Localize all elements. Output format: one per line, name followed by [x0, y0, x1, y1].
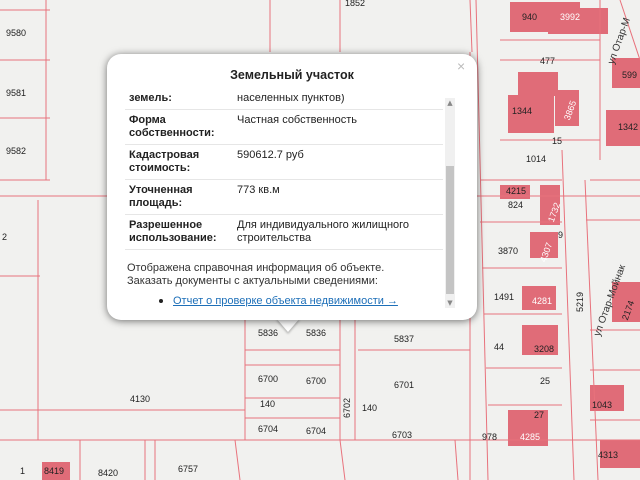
info-row-cadastral-value: Кадастровая стоимость: 590612.7 руб — [125, 145, 443, 180]
popup-scrollbar[interactable]: ▲ ▼ — [445, 98, 455, 308]
parcel-label-978: 978 — [482, 432, 498, 442]
parcel-label-1344: 1344 — [512, 106, 533, 116]
parcel-label-140-right: 140 — [362, 403, 378, 413]
info-row-area: Уточненная площадь: 773 кв.м — [125, 180, 443, 215]
parcel-label-4281: 4281 — [532, 296, 553, 306]
popup-content[interactable]: земель: населенных пунктов) Форма собств… — [125, 94, 443, 309]
parcel-label-6704-left: 6704 — [258, 424, 279, 434]
parcel-label-9580: 9580 — [6, 28, 27, 38]
parcel-label-6700-left: 6700 — [258, 374, 279, 384]
info-value: населенных пунктов) — [237, 94, 345, 104]
parcel-label-6702: 6702 — [342, 397, 352, 418]
parcel-label-4285: 4285 — [520, 432, 541, 442]
info-row-ownership: Форма собственности: Частная собственнос… — [125, 110, 443, 145]
building-477 — [518, 72, 558, 96]
parcel-label-4130: 4130 — [130, 394, 151, 404]
parcel-label-1: 1 — [20, 466, 26, 476]
parcel-label-3870: 3870 — [498, 246, 519, 256]
parcel-label-1852: 1852 — [345, 0, 366, 8]
parcel-label-3208: 3208 — [534, 344, 555, 354]
parcel-label-5837: 5837 — [394, 334, 415, 344]
info-key: земель: — [129, 94, 172, 104]
parcel-label-8420: 8420 — [98, 468, 119, 478]
note-line: Заказать документы с актуальными сведени… — [127, 275, 378, 287]
parcel-label-44: 44 — [494, 342, 505, 352]
parcel-label-9582: 9582 — [6, 146, 27, 156]
scroll-thumb[interactable] — [446, 166, 454, 294]
scroll-up-icon[interactable]: ▲ — [445, 98, 455, 108]
parcel-label-27: 27 — [534, 410, 545, 420]
scroll-down-icon[interactable]: ▼ — [445, 298, 455, 308]
parcel-label-25: 25 — [540, 376, 551, 386]
report-list-item: Отчет о проверке объекта недвижимости → — [125, 288, 443, 307]
parcel-label-1014: 1014 — [526, 154, 547, 164]
parcel-label-1491: 1491 — [494, 292, 515, 302]
info-key: Разрешенное использование: — [129, 219, 217, 244]
parcel-info-popup: Земельный участок × земель: населенных п… — [107, 54, 477, 320]
info-note: Отображена справочная информация об объе… — [125, 250, 443, 288]
parcel-label-477: 477 — [540, 56, 556, 66]
info-row-permitted-use: Разрешенное использование: Для индивидуа… — [125, 215, 443, 250]
info-key: Форма собственности: — [129, 114, 215, 139]
close-icon[interactable]: × — [457, 58, 465, 74]
note-line: Отображена справочная информация об объе… — [127, 262, 385, 274]
parcel-label-6703: 6703 — [392, 430, 413, 440]
parcel-label-940: 940 — [522, 12, 538, 22]
parcel-label-6700-right: 6700 — [306, 376, 327, 386]
info-row-land-category: земель: населенных пунктов) — [125, 94, 443, 110]
info-value: Для индивидуального жилищного строительс… — [237, 219, 410, 244]
parcel-label-140-left: 140 — [260, 399, 276, 409]
parcel-label-6701: 6701 — [394, 380, 415, 390]
info-value: Частная собственность — [237, 114, 358, 126]
info-value: 590612.7 руб — [237, 149, 304, 161]
parcel-label-4215: 4215 — [506, 186, 527, 196]
parcel-label-4313: 4313 — [598, 450, 619, 460]
popup-title: Земельный участок — [230, 68, 354, 82]
parcel-label-5836-right: 5836 — [306, 328, 327, 338]
parcel-label-15: 15 — [552, 136, 563, 146]
parcel-label-8419: 8419 — [44, 466, 65, 476]
parcel-label-6704-right: 6704 — [306, 426, 327, 436]
parcel-label-5219: 5219 — [575, 291, 585, 312]
info-key: Уточненная площадь: — [129, 184, 193, 209]
parcel-label-3992: 3992 — [560, 12, 581, 22]
parcel-label-824: 824 — [508, 200, 524, 210]
parcel-label-9581: 9581 — [6, 88, 27, 98]
parcel-label-1043: 1043 — [592, 400, 613, 410]
parcel-label-1342: 1342 — [618, 122, 639, 132]
parcel-label-6757: 6757 — [178, 464, 199, 474]
parcel-label-2: 2 — [2, 232, 8, 242]
popup-pointer — [276, 318, 300, 332]
report-link[interactable]: Отчет о проверке объекта недвижимости → — [173, 295, 398, 307]
info-value: 773 кв.м — [237, 184, 280, 196]
bullet-icon — [159, 299, 163, 303]
info-key: Кадастровая стоимость: — [129, 149, 200, 174]
parcel-label-9: 9 — [558, 230, 564, 240]
parcel-label-599: 599 — [622, 70, 638, 80]
